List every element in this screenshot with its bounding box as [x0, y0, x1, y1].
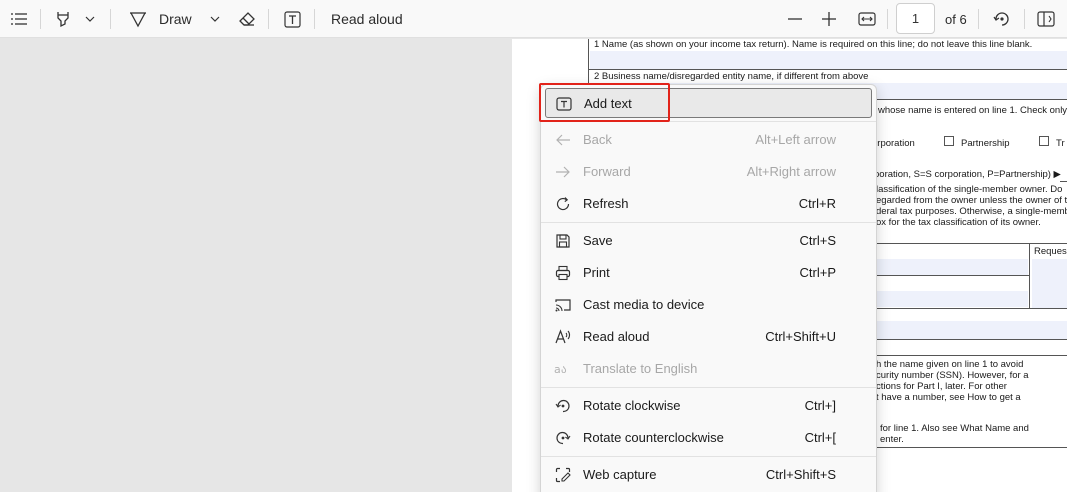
toolbar-divider	[268, 9, 269, 29]
draw-icon[interactable]	[126, 0, 150, 38]
web-capture-icon	[554, 466, 572, 484]
requester-fragment: Reques	[1034, 246, 1067, 257]
toolbar-divider	[887, 9, 888, 29]
menu-item-label: Cast media to device	[583, 297, 705, 312]
menu-item-refresh[interactable]: Refresh Ctrl+R	[545, 189, 872, 219]
menu-item-shortcut: Ctrl+P	[799, 265, 836, 280]
form-divider	[588, 69, 1067, 70]
menu-item-label: Rotate clockwise	[583, 398, 681, 413]
toolbar-divider	[110, 9, 111, 29]
highlight-annotation-box	[539, 83, 670, 122]
part1-text-line: ctions for Part I, later. For other	[876, 381, 1007, 392]
read-aloud-icon	[554, 328, 572, 346]
llc-note-line: lassification of the single-member owner…	[876, 184, 1063, 195]
draw-options-chevron-icon[interactable]	[207, 0, 223, 38]
menu-item-web-capture[interactable]: Web capture Ctrl+Shift+S	[545, 460, 872, 490]
menu-item-shortcut: Ctrl+Shift+S	[765, 467, 836, 482]
menu-item-back[interactable]: Back Alt+Left arrow	[545, 125, 872, 155]
highlight-icon[interactable]	[52, 0, 74, 38]
llc-note-line: ox for the tax classification of its own…	[876, 217, 1041, 228]
toolbar-divider	[978, 9, 979, 29]
zoom-in-icon[interactable]	[819, 0, 839, 38]
read-aloud-button[interactable]: Read aloud	[331, 0, 403, 38]
form-divider	[872, 447, 1067, 448]
requester-field[interactable]	[1032, 259, 1067, 309]
menu-separator	[541, 387, 876, 388]
line2-label: 2 Business name/disregarded entity name,…	[594, 71, 869, 82]
context-menu: Add text Back Alt+Left arrow Forward Alt…	[540, 84, 877, 492]
line1-label: 1 Name (as shown on your income tax retu…	[594, 39, 1033, 50]
menu-item-rotate-clockwise[interactable]: Rotate clockwise Ctrl+]	[545, 391, 872, 421]
partnership-label: Partnership	[961, 138, 1010, 149]
menu-item-label: Back	[583, 132, 612, 147]
part1-text-line: curity number (SSN). However, for a	[876, 370, 1029, 381]
menu-item-forward[interactable]: Forward Alt+Right arrow	[545, 157, 872, 187]
part1-text-line: h the name given on line 1 to avoid	[876, 359, 1024, 370]
trust-fragment: Tr	[1056, 138, 1065, 149]
menu-item-rotate-counterclockwise[interactable]: Rotate counterclockwise Ctrl+[	[545, 423, 872, 453]
name-field[interactable]	[590, 51, 1067, 69]
eraser-icon[interactable]	[236, 0, 258, 38]
rotate-icon[interactable]	[990, 0, 1014, 38]
rotate-clockwise-icon	[554, 397, 572, 415]
menu-item-label: Print	[583, 265, 610, 280]
menu-item-print[interactable]: Print Ctrl+P	[545, 258, 872, 288]
llc-entry-line	[1060, 181, 1067, 182]
menu-item-shortcut: Ctrl+Shift+U	[765, 329, 836, 344]
menu-item-label: Save	[583, 233, 613, 248]
part1-text-line: enter.	[880, 434, 904, 445]
part1-text-line: for line 1. Also see What Name and	[880, 423, 1029, 434]
llc-note-line: egarded from the owner unless the owner …	[876, 195, 1067, 206]
menu-item-read-aloud[interactable]: Read aloud Ctrl+Shift+U	[545, 322, 872, 352]
llc-note-line: deral tax purposes. Otherwise, a single-…	[876, 206, 1067, 217]
add-text-icon[interactable]	[281, 0, 303, 38]
save-icon	[554, 232, 572, 250]
svg-text:a: a	[554, 363, 561, 376]
svg-text:ა: ა	[561, 363, 567, 376]
menu-item-shortcut: Alt+Right arrow	[746, 164, 836, 179]
llc-fragment: poration, S=S corporation, P=Partnership…	[874, 169, 1061, 180]
trust-checkbox[interactable]	[1039, 136, 1049, 146]
fit-width-icon[interactable]	[855, 0, 879, 38]
menu-item-shortcut: Ctrl+R	[798, 196, 836, 211]
forward-arrow-icon	[554, 163, 572, 181]
contents-icon[interactable]	[8, 0, 30, 38]
menu-item-label: Translate to English	[583, 361, 698, 376]
page-view-icon[interactable]	[1034, 0, 1058, 38]
menu-item-save[interactable]: Save Ctrl+S	[545, 226, 872, 256]
menu-separator	[541, 456, 876, 457]
menu-item-shortcut: Ctrl+S	[799, 233, 836, 248]
menu-separator	[541, 222, 876, 223]
menu-item-label: Web capture	[583, 467, 657, 482]
refresh-icon	[554, 195, 572, 213]
menu-item-label: Read aloud	[583, 329, 650, 344]
corporation-fragment: orporation	[872, 138, 915, 149]
toolbar-divider	[314, 9, 315, 29]
translate-icon: aა	[554, 360, 572, 378]
draw-label[interactable]: Draw	[159, 0, 192, 38]
requester-border	[1029, 243, 1030, 309]
menu-item-label: Rotate counterclockwise	[583, 430, 724, 445]
toolbar-divider	[1024, 9, 1025, 29]
pdf-toolbar: Draw Read aloud 1 of 6	[0, 0, 1067, 38]
menu-item-label: Refresh	[583, 196, 629, 211]
partnership-checkbox[interactable]	[944, 136, 954, 146]
page-total: of 6	[945, 11, 967, 27]
menu-item-label: Forward	[583, 164, 631, 179]
toolbar-divider	[40, 9, 41, 29]
part1-text-line: t have a number, see How to get a	[876, 392, 1021, 403]
line3-fragment: whose name is entered on line 1. Check o…	[878, 105, 1067, 116]
rotate-counterclockwise-icon	[554, 429, 572, 447]
menu-item-translate[interactable]: aა Translate to English	[545, 354, 872, 384]
zoom-out-icon[interactable]	[785, 0, 805, 38]
highlight-options-chevron-icon[interactable]	[82, 0, 98, 38]
page-number-input[interactable]: 1	[896, 3, 935, 34]
cast-icon	[554, 296, 572, 314]
menu-item-shortcut: Alt+Left arrow	[755, 132, 836, 147]
print-icon	[554, 264, 572, 282]
menu-item-shortcut: Ctrl+[	[804, 430, 836, 445]
back-arrow-icon	[554, 131, 572, 149]
menu-item-cast-media[interactable]: Cast media to device	[545, 290, 872, 320]
menu-item-shortcut: Ctrl+]	[804, 398, 836, 413]
